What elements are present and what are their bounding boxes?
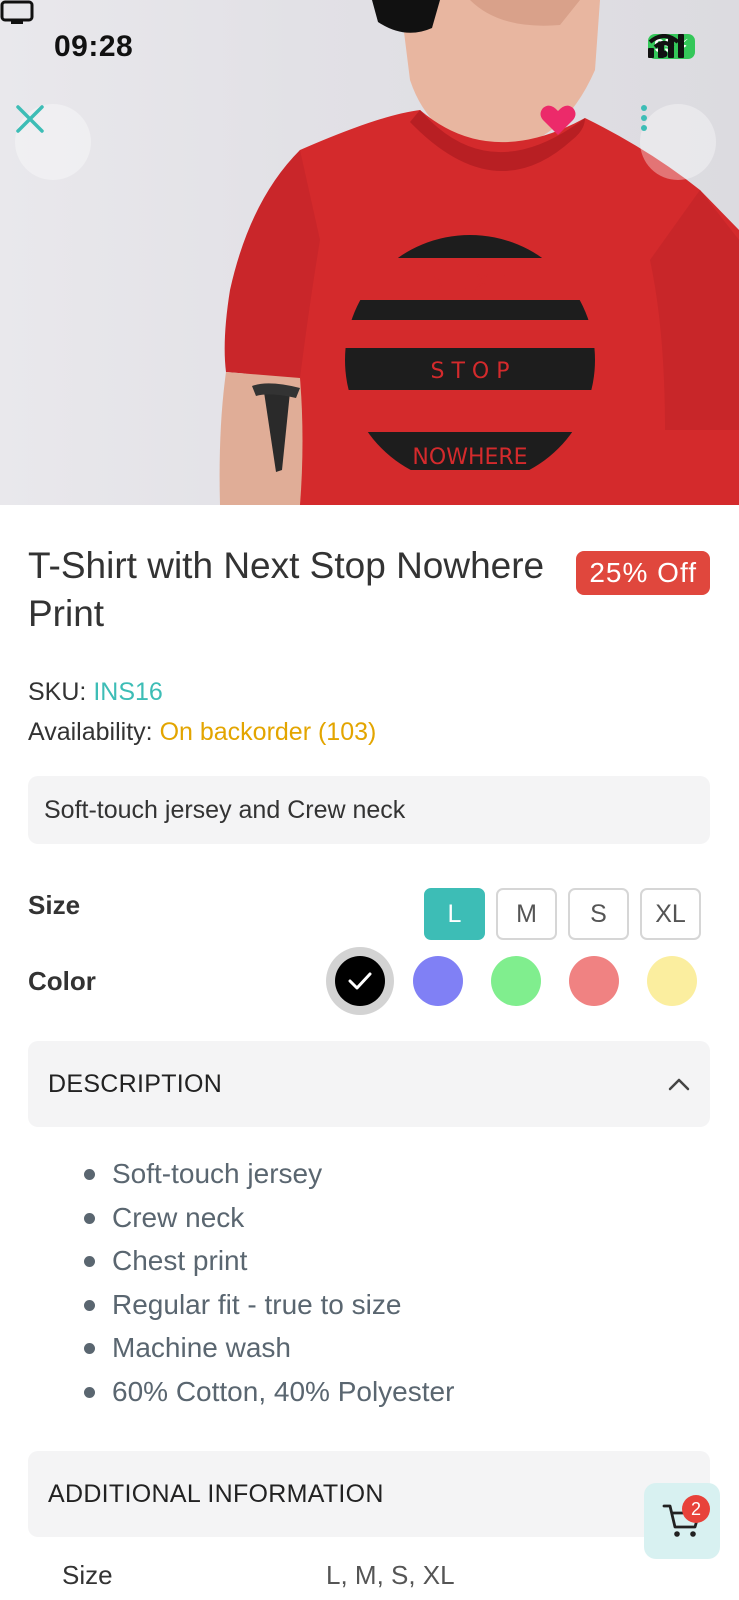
- favorite-button[interactable]: [540, 104, 616, 180]
- product-photo: N E X T S T O P NOWHERE: [219, 0, 739, 505]
- more-options-button[interactable]: [640, 104, 716, 180]
- description-item: 60% Cotton, 40% Polyester: [84, 1370, 454, 1414]
- description-accordion[interactable]: DESCRIPTION: [28, 1041, 710, 1127]
- description-item: Soft-touch jersey: [84, 1152, 454, 1196]
- sku-value: INS16: [93, 678, 163, 706]
- info-size-label: Size: [62, 1560, 113, 1590]
- color-option-yellow[interactable]: [647, 956, 697, 1006]
- availability-value: On backorder (103): [159, 718, 377, 746]
- short-description: Soft-touch jersey and Crew neck: [28, 776, 710, 844]
- additional-info-accordion[interactable]: ADDITIONAL INFORMATION: [28, 1451, 710, 1537]
- product-title: T-Shirt with Next Stop Nowhere Print: [28, 545, 545, 634]
- heart-icon: [540, 105, 576, 135]
- close-icon: [16, 105, 44, 133]
- description-list: Soft-touch jersey Crew neck Chest print …: [84, 1152, 454, 1414]
- color-option-black[interactable]: [335, 956, 385, 1006]
- description-item: Crew neck: [84, 1196, 454, 1240]
- sku-line: SKU: INS16: [28, 678, 163, 707]
- size-option-xl[interactable]: XL: [640, 888, 701, 940]
- cart-count-badge: 2: [682, 1495, 710, 1523]
- print-text-1: N E X T: [430, 271, 510, 296]
- print-text-2: S T O P: [431, 359, 510, 384]
- status-time: 09:28: [54, 30, 134, 63]
- size-selector: L M S XL: [424, 888, 701, 940]
- wifi-icon: [649, 34, 680, 58]
- description-title: DESCRIPTION: [48, 1069, 223, 1098]
- info-size-value: L, M, S, XL: [326, 1560, 455, 1590]
- availability-label: Availability:: [28, 718, 153, 746]
- close-button[interactable]: [15, 104, 91, 180]
- color-selector: [335, 956, 697, 1006]
- availability-line: Availability: On backorder (103): [28, 718, 376, 747]
- cart-button[interactable]: 2: [644, 1483, 720, 1559]
- size-label: Size: [28, 890, 81, 920]
- print-text-3: NOWHERE: [412, 445, 527, 470]
- color-option-red[interactable]: [569, 956, 619, 1006]
- size-option-m[interactable]: M: [496, 888, 557, 940]
- status-icons: 95 ⚡: [648, 34, 695, 59]
- color-option-green[interactable]: [491, 956, 541, 1006]
- chevron-up-icon: [668, 1078, 690, 1091]
- size-option-l[interactable]: L: [424, 888, 485, 940]
- description-item: Machine wash: [84, 1326, 454, 1370]
- color-label: Color: [28, 966, 96, 996]
- discount-badge: 25% Off: [576, 551, 710, 595]
- more-vertical-icon: [641, 105, 647, 131]
- additional-info-title: ADDITIONAL INFORMATION: [48, 1479, 384, 1508]
- sku-label: SKU:: [28, 678, 87, 706]
- product-image: N E X T S T O P NOWHERE 09:28 95 ⚡: [0, 0, 739, 505]
- check-icon: [348, 972, 372, 990]
- size-option-s[interactable]: S: [568, 888, 629, 940]
- description-item: Chest print: [84, 1239, 454, 1283]
- color-option-blue[interactable]: [413, 956, 463, 1006]
- description-item: Regular fit - true to size: [84, 1283, 454, 1327]
- screen-mirror-icon: [0, 0, 34, 24]
